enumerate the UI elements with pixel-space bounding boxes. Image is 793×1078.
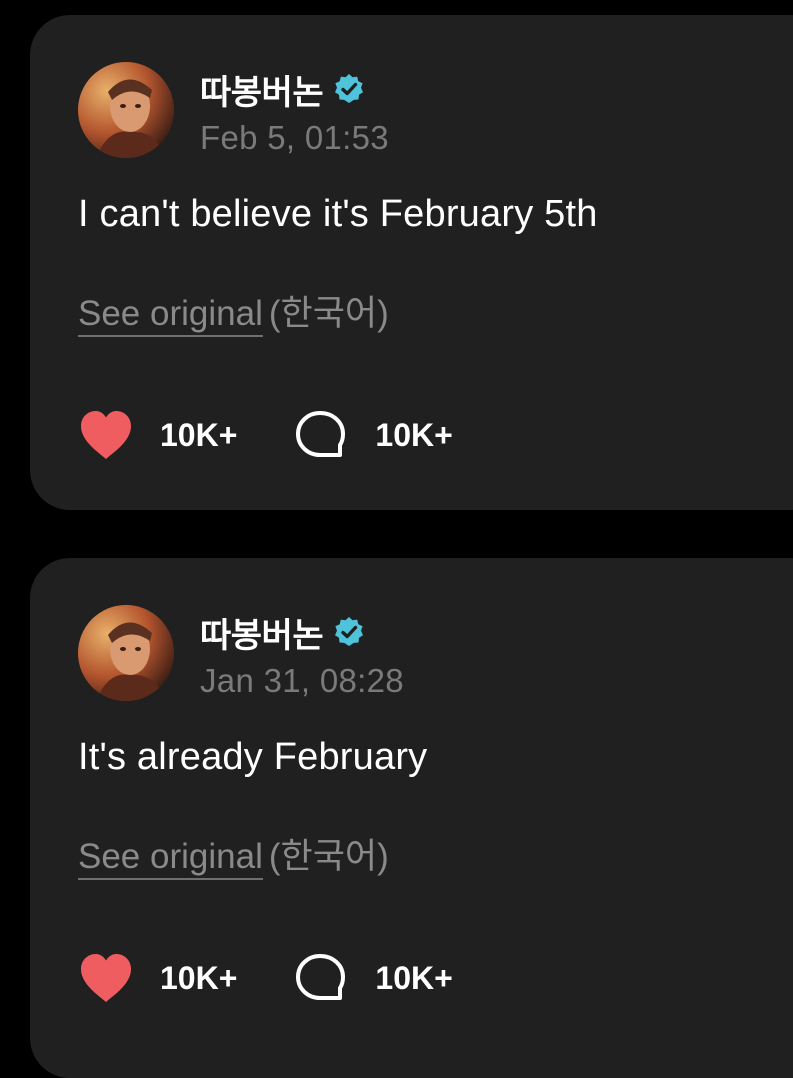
language-label: (한국어) [268,294,389,333]
see-original-link[interactable]: See original [78,294,263,337]
translation-info: See original (한국어) [78,828,389,880]
see-original-link[interactable]: See original [78,837,263,880]
author-name[interactable]: 따봉버논 [200,608,324,657]
timestamp: Jan 31, 08:28 [200,662,404,699]
avatar-image [78,605,174,701]
translation-info: See original (한국어) [78,285,389,337]
author-name[interactable]: 따봉버논 [200,65,324,114]
reply-count: 10K+ [375,959,453,996]
avatar[interactable] [78,62,174,158]
post-card[interactable]: 따봉버논 Jan 31, 08:28 It's already February… [30,558,793,1078]
reply-button[interactable]: 10K+ [293,952,453,1004]
language-label: (한국어) [268,837,389,876]
verified-badge-icon [333,73,365,105]
post-text: I can't believe it's February 5th [78,193,598,235]
author-row: 따봉버논 [200,65,365,114]
like-button[interactable]: 10K+ [78,409,237,461]
timestamp: Feb 5, 01:53 [200,119,389,156]
reply-count: 10K+ [375,416,453,453]
avatar[interactable] [78,605,174,701]
author-row: 따봉버논 [200,608,365,657]
like-button[interactable]: 10K+ [78,952,237,1004]
like-count: 10K+ [160,416,238,453]
speech-bubble-icon [293,952,349,1004]
avatar-image [78,62,174,158]
post-text: It's already February [78,736,428,778]
verified-badge-icon [333,616,365,648]
post-card[interactable]: 따봉버논 Feb 5, 01:53 I can't believe it's F… [30,15,793,510]
action-row: 10K+ 10K+ [78,950,453,1006]
like-count: 10K+ [160,959,238,996]
reply-button[interactable]: 10K+ [293,409,453,461]
heart-icon [78,409,134,461]
heart-icon [78,952,134,1004]
speech-bubble-icon [293,409,349,461]
action-row: 10K+ 10K+ [78,407,453,463]
